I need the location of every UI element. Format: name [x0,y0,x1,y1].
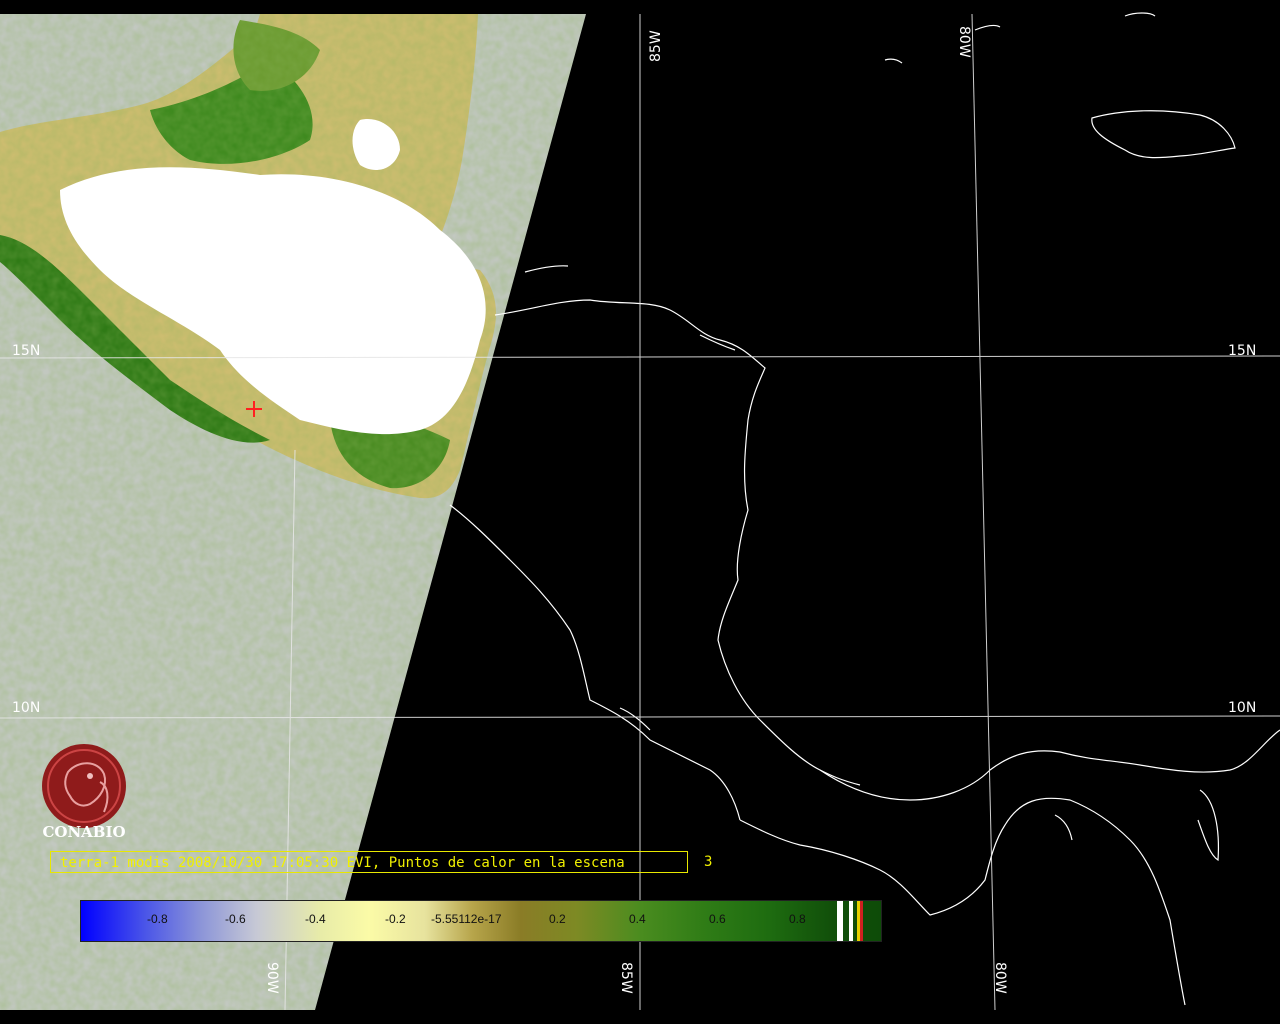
colorbar-tick: -0.2 [385,912,406,926]
colorbar-tick: -0.6 [225,912,246,926]
lon-label-80w-top: 80W [956,26,972,58]
lon-label-80w-bottom: 80W [992,962,1008,994]
colorbar-tick: -5.55112e-17 [431,912,502,926]
lat-label-15n-left: 15N [12,343,40,359]
lat-label-10n-right: 10N [1228,700,1256,716]
conabio-logo-text: CONABIO [42,823,126,841]
colorbar-nodata-swatch [849,901,853,941]
lon-label-85w-top: 85W [648,30,664,62]
colorbar-tick: -0.4 [305,912,326,926]
lat-label-10n-left: 10N [12,700,40,716]
colorbar-tick: 0.2 [549,912,566,926]
evi-colorbar: -0.8 -0.6 -0.4 -0.2 -5.55112e-17 0.2 0.4… [80,900,882,942]
colorbar-tick: 0.4 [629,912,646,926]
lon-label-90w-bottom: 90W [264,962,280,994]
lat-label-15n-right: 15N [1228,343,1256,359]
colorbar-cloud-swatch [837,901,843,941]
lon-label-85w-bottom: 85W [618,962,634,994]
colorbar-tick: 0.6 [709,912,726,926]
hotspot-count: 3 [704,854,713,870]
colorbar-red-swatch [860,901,863,941]
colorbar-tick: -0.8 [147,912,168,926]
scene-caption: terra-1 modis 2008/10/30 17:05:30 EVI, P… [50,851,688,873]
colorbar-tick: 0.8 [789,912,806,926]
